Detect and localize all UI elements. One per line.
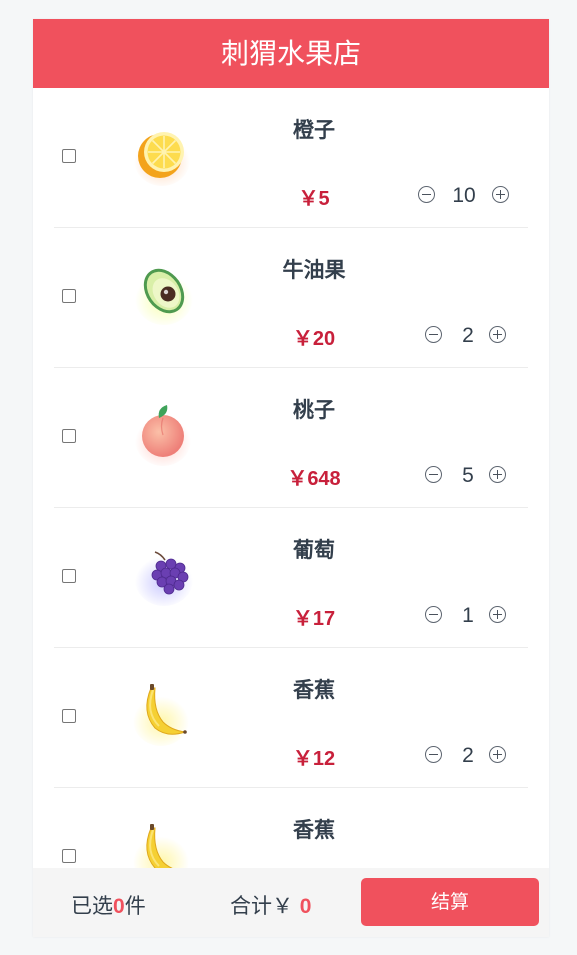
product-price: ￥648: [287, 468, 341, 490]
product-name: 香蕉: [293, 818, 335, 842]
plus-icon[interactable]: [489, 746, 506, 763]
plus-icon[interactable]: [489, 466, 506, 483]
quantity-stepper: 10: [418, 184, 528, 208]
select-checkbox[interactable]: [62, 289, 76, 303]
list-item: 牛油果 ￥20 2: [54, 228, 528, 368]
quantity-value: 1: [462, 604, 474, 627]
minus-icon[interactable]: [425, 606, 442, 623]
product-price: ￥5: [298, 188, 330, 210]
select-checkbox[interactable]: [62, 569, 76, 583]
select-checkbox[interactable]: [62, 429, 76, 443]
list-item: 香蕉 ￥12 2: [54, 648, 528, 788]
quantity-value: 5: [462, 464, 474, 487]
list-item: 葡萄 ￥17 1: [54, 508, 528, 648]
product-name: 香蕉: [293, 678, 335, 702]
minus-icon[interactable]: [425, 746, 442, 763]
minus-icon[interactable]: [418, 186, 435, 203]
product-list: 橙子 ￥5 10 牛油果 ￥20 2 桃子 ￥648 5 葡萄 ￥17 1 香蕉…: [33, 88, 549, 927]
fruit-shop-app: 刺猬水果店 橙子 ￥5 10 牛油果 ￥20 2 桃子 ￥648 5 葡萄 ￥1…: [33, 19, 549, 937]
product-name: 葡萄: [293, 538, 335, 562]
cart-footer: 已选0件 合计￥ 0 结算: [33, 868, 549, 937]
quantity-stepper: 2: [418, 324, 528, 348]
quantity-stepper: 5: [418, 464, 528, 488]
quantity-value: 2: [462, 324, 474, 347]
header-title: 刺猬水果店: [33, 19, 549, 88]
plus-icon[interactable]: [492, 186, 509, 203]
orange-icon: [133, 122, 195, 188]
quantity-value: 10: [452, 184, 476, 207]
minus-icon[interactable]: [425, 326, 442, 343]
list-item: 橙子 ￥5 10: [54, 88, 528, 228]
plus-icon[interactable]: [489, 606, 506, 623]
select-checkbox[interactable]: [62, 149, 76, 163]
banana-icon: [133, 682, 195, 748]
total-amount: 合计￥ 0: [230, 894, 312, 918]
peach-icon: [133, 402, 195, 468]
product-name: 牛油果: [282, 258, 346, 282]
avocado-icon: [133, 262, 195, 328]
list-item: 桃子 ￥648 5: [54, 368, 528, 508]
select-checkbox[interactable]: [62, 709, 76, 723]
selected-count: 已选0件: [71, 894, 146, 918]
quantity-stepper: 1: [418, 604, 528, 628]
select-checkbox[interactable]: [62, 849, 76, 863]
product-price: ￥17: [292, 608, 336, 630]
quantity-value: 2: [462, 744, 474, 767]
product-price: ￥12: [292, 748, 336, 770]
checkout-button[interactable]: 结算: [361, 878, 539, 926]
quantity-stepper: 2: [418, 744, 528, 768]
plus-icon[interactable]: [489, 326, 506, 343]
product-name: 橙子: [293, 118, 335, 142]
minus-icon[interactable]: [425, 466, 442, 483]
product-name: 桃子: [293, 398, 335, 422]
product-price: ￥20: [292, 328, 336, 350]
grape-icon: [133, 542, 195, 608]
